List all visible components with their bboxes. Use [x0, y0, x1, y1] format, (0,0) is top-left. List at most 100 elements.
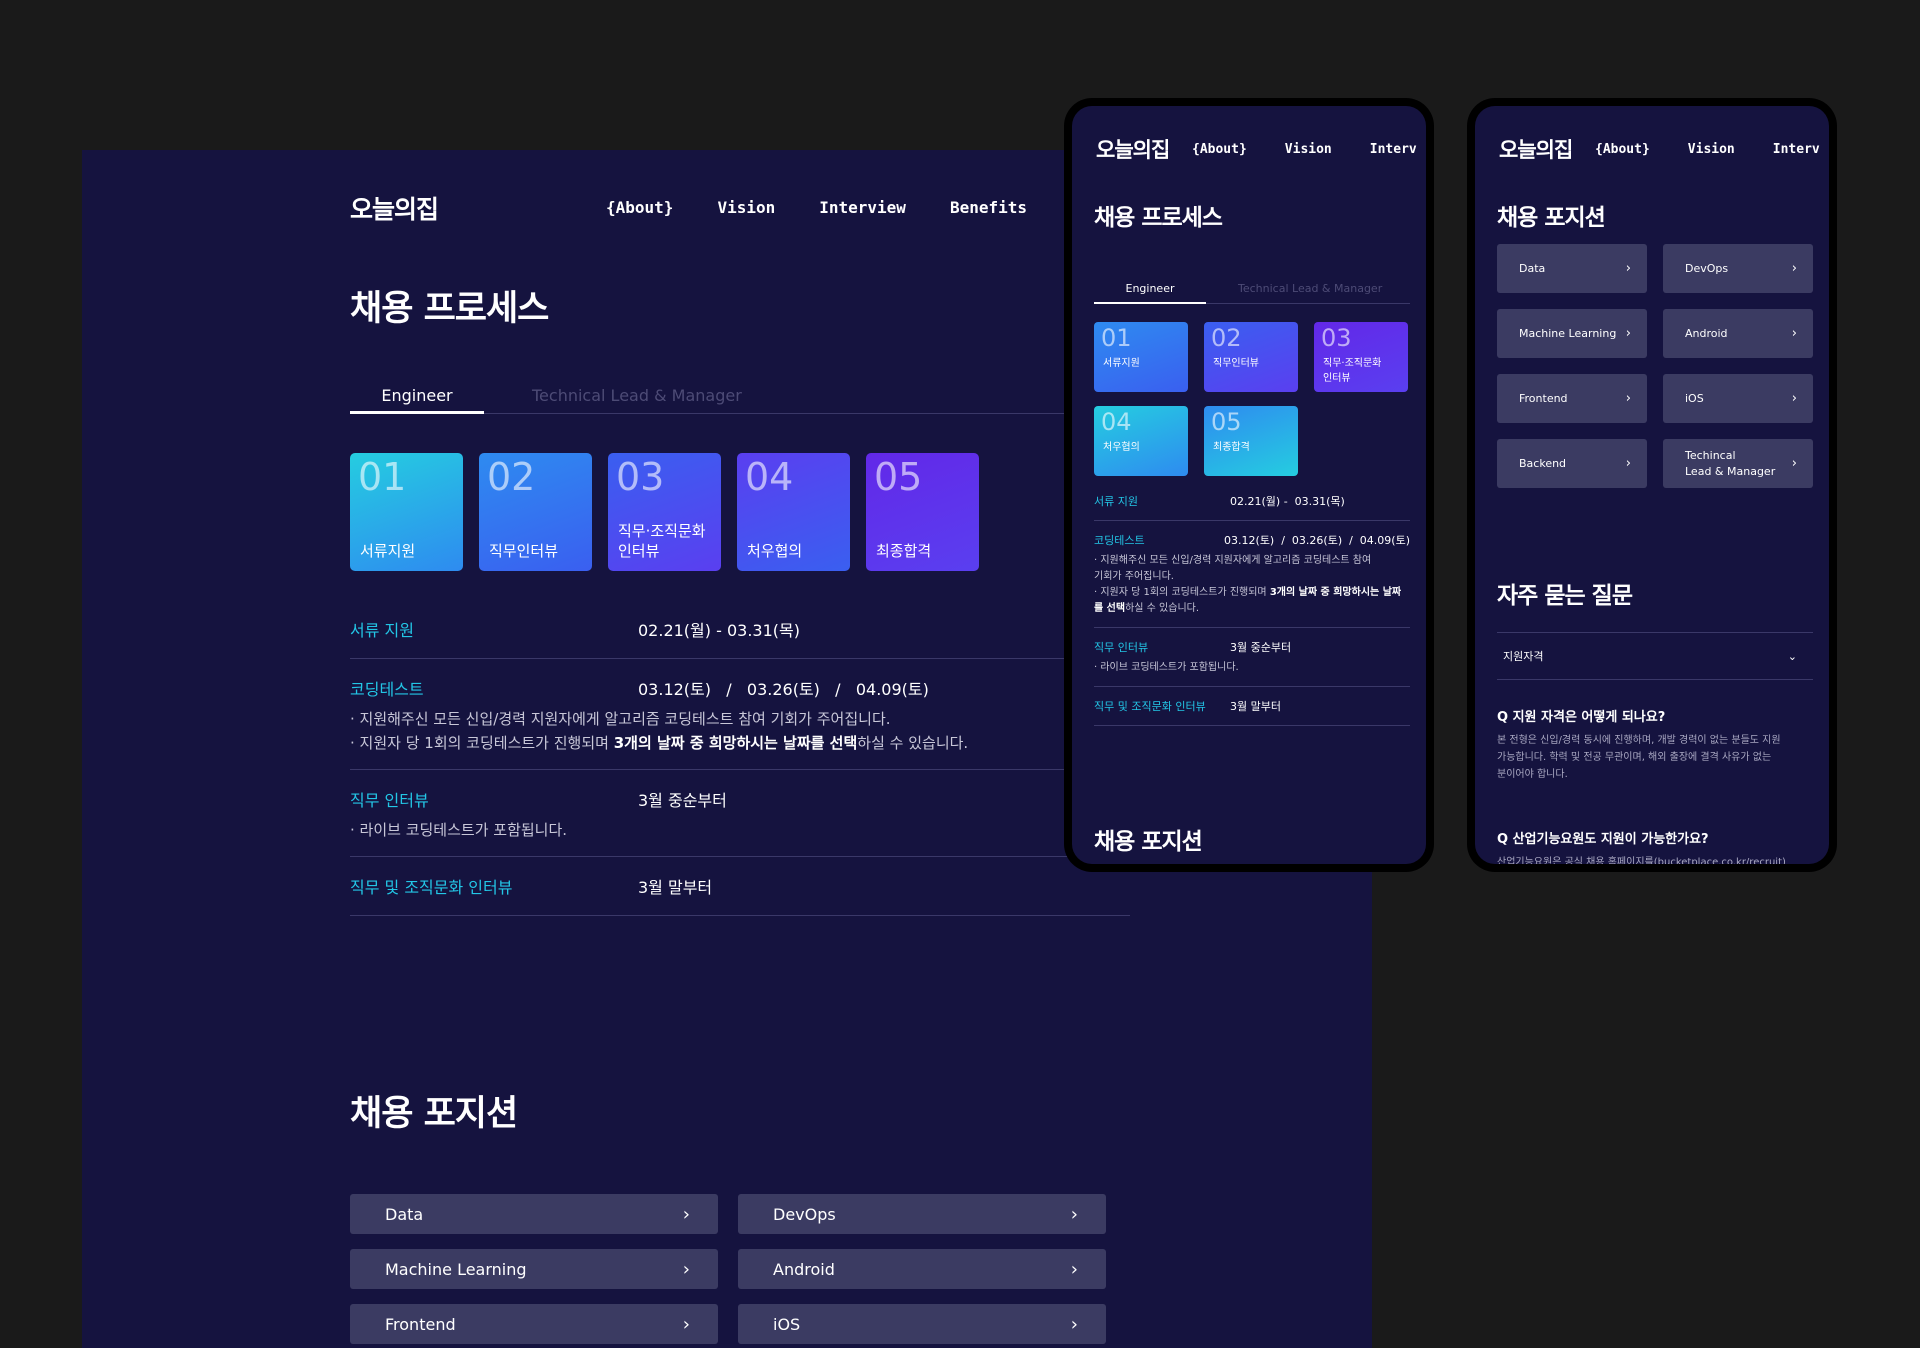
schedule-key: 직무 및 조직문화 인터뷰: [1094, 700, 1206, 713]
logo[interactable]: 오늘의집: [1499, 134, 1573, 164]
position-button[interactable]: Data ›: [1497, 244, 1647, 293]
position-button[interactable]: DevOps ›: [1663, 244, 1813, 293]
schedule-row: 직무 및 조직문화 인터뷰 3월 말부터: [1094, 687, 1410, 726]
step-card[interactable]: 03 직무·조직문화 인터뷰: [1314, 322, 1408, 392]
schedule-note: · 라이브 코딩테스트가 포함됩니다.: [350, 821, 568, 839]
schedule-row: 서류 지원 02.21(월) - 03.31(목): [350, 600, 1130, 659]
note-text: 하실 수 있습니다.: [1125, 603, 1200, 614]
schedule-value: 03.12(토) / 03.26(토) / 04.09(토): [638, 680, 929, 699]
position-button[interactable]: Backend ›: [1497, 439, 1647, 488]
positions-title: 채용 포지션: [1497, 205, 1606, 231]
faq-question[interactable]: Q 지원 자격은 어떻게 되나요?: [1497, 706, 1665, 725]
chevron-right-icon: ›: [1791, 260, 1797, 276]
schedule-note: · 지원해주신 모든 신입/경력 지원자에게 알고리즘 코딩테스트 참여 기회가…: [350, 707, 1130, 769]
position-button[interactable]: Android ›: [738, 1249, 1106, 1289]
step-card[interactable]: 04 처우협의: [1094, 406, 1188, 476]
faq-filter-dropdown[interactable]: 지원자격 ⌄: [1497, 632, 1813, 680]
nav-about[interactable]: {About}: [606, 198, 673, 217]
chevron-right-icon: ›: [1625, 455, 1631, 471]
note-text: · 지원자 당 1회의 코딩테스트가 진행되며: [1094, 587, 1270, 598]
position-button[interactable]: Machine Learning ›: [1497, 309, 1647, 358]
position-button[interactable]: iOS ›: [738, 1304, 1106, 1344]
step-number: 04: [1101, 408, 1132, 436]
top-nav: {About} Vision Interv: [1595, 142, 1820, 157]
position-button[interactable]: iOS ›: [1663, 374, 1813, 423]
schedule-value: 3월 중순부터: [1230, 641, 1292, 654]
faq-filter-value: 지원자격: [1503, 650, 1544, 663]
faq-title: 자주 묻는 질문: [1497, 583, 1633, 609]
step-card[interactable]: 01 서류지원: [350, 453, 463, 571]
schedule-row: 직무 인터뷰 3월 중순부터 · 라이브 코딩테스트가 포함됩니다.: [1094, 628, 1410, 687]
step-number: 03: [616, 455, 665, 499]
positions-title: 채용 포지션: [1094, 829, 1203, 855]
schedule-value: 02.21(월) - 03.31(목): [638, 621, 800, 640]
schedule-row: 코딩테스트 03.12(토) / 03.26(토) / 04.09(토) · 지원…: [1094, 521, 1410, 628]
step-label: 처우협의: [1103, 442, 1140, 453]
position-button[interactable]: Android ›: [1663, 309, 1813, 358]
position-button[interactable]: Machine Learning ›: [350, 1249, 718, 1289]
chevron-right-icon: ›: [1791, 390, 1797, 406]
mobile-preview-positions: 오늘의집 {About} Vision Interv 채용 포지션 Data › …: [1467, 98, 1837, 872]
tab-engineer[interactable]: Engineer: [1094, 276, 1206, 304]
step-label: 직무인터뷰: [1213, 358, 1259, 369]
mobile-screen: 오늘의집 {About} Vision Interv 채용 포지션 Data › …: [1475, 106, 1829, 864]
note-line: · 지원자 당 1회의 코딩테스트가 진행되며 3개의 날짜 중 희망하시는 날…: [1094, 585, 1410, 617]
nav-vision[interactable]: Vision: [717, 198, 775, 217]
position-label: Machine Learning: [385, 1259, 527, 1279]
tab-technical-lead[interactable]: Technical Lead & Manager: [532, 382, 742, 414]
nav-benefits[interactable]: Benefits: [950, 198, 1027, 217]
position-label: Android: [1685, 326, 1728, 340]
top-nav: {About} Vision Interv: [1192, 142, 1417, 157]
tab-engineer[interactable]: Engineer: [350, 382, 484, 414]
position-label: Machine Learning: [1519, 326, 1617, 340]
schedule-value: 3월 말부터: [1230, 700, 1281, 713]
position-button[interactable]: DevOps ›: [738, 1194, 1106, 1234]
position-button[interactable]: Frontend ›: [350, 1304, 718, 1344]
step-card[interactable]: 03 직무·조직문화 인터뷰: [608, 453, 721, 571]
tab-technical-lead[interactable]: Technical Lead & Manager: [1238, 276, 1382, 304]
position-button[interactable]: Techincal Lead & Manager ›: [1663, 439, 1813, 488]
nav-about[interactable]: {About}: [1595, 142, 1650, 157]
step-card[interactable]: 01 서류지원: [1094, 322, 1188, 392]
faq-answer: 본 전형은 신입/경력 동시에 진행하며, 개발 경력이 없는 분들도 지원 가…: [1497, 735, 1781, 780]
nav-about[interactable]: {About}: [1192, 142, 1247, 157]
chevron-right-icon: ›: [1791, 325, 1797, 341]
position-label: Frontend: [1519, 391, 1568, 405]
logo[interactable]: 오늘의집: [350, 190, 439, 226]
chevron-right-icon: ›: [682, 1258, 690, 1280]
logo[interactable]: 오늘의집: [1096, 134, 1170, 164]
step-card[interactable]: 05 최종합격: [866, 453, 979, 571]
step-card[interactable]: 02 직무인터뷰: [1204, 322, 1298, 392]
positions-grid: Data › DevOps › Machine Learning › Android ›…: [350, 1194, 1106, 1344]
step-label: 직무인터뷰: [489, 542, 559, 560]
step-label: 직무·조직문화 인터뷰: [1323, 358, 1382, 384]
step-label: 최종합격: [1213, 442, 1250, 453]
nav-interview[interactable]: Interview: [819, 198, 906, 217]
nav-vision[interactable]: Vision: [1688, 142, 1735, 157]
step-card[interactable]: 02 직무인터뷰: [479, 453, 592, 571]
nav-vision[interactable]: Vision: [1285, 142, 1332, 157]
position-label: Android: [773, 1259, 835, 1279]
position-label: iOS: [773, 1314, 801, 1334]
mobile-preview-process: 오늘의집 {About} Vision Interv 채용 프로세스 Engin…: [1064, 98, 1434, 872]
step-number: 04: [745, 455, 794, 499]
faq-question[interactable]: Q 산업기능요원도 지원이 가능한가요?: [1497, 828, 1709, 847]
schedule-note: · 라이브 코딩테스트가 포함됩니다.: [1094, 662, 1239, 673]
nav-interview[interactable]: Interv: [1773, 142, 1820, 157]
step-label: 최종합격: [876, 542, 932, 560]
schedule-note: · 지원해주신 모든 신입/경력 지원자에게 알고리즘 코딩테스트 참여 기회가…: [1094, 553, 1410, 627]
schedule-key: 직무 인터뷰: [350, 791, 429, 810]
position-button[interactable]: Data ›: [350, 1194, 718, 1234]
nav-interview[interactable]: Interv: [1370, 142, 1417, 157]
note-text: · 지원자 당 1회의 코딩테스트가 진행되며: [350, 734, 614, 752]
process-title: 채용 프로세스: [350, 289, 549, 329]
step-card[interactable]: 05 최종합격: [1204, 406, 1298, 476]
position-button[interactable]: Frontend ›: [1497, 374, 1647, 423]
process-tabs: Engineer Technical Lead & Manager: [1094, 276, 1410, 304]
step-number: 05: [874, 455, 923, 499]
step-card[interactable]: 04 처우협의: [737, 453, 850, 571]
schedule-row: 직무 인터뷰 3월 중순부터 · 라이브 코딩테스트가 포함됩니다.: [350, 770, 1130, 857]
process-steps: 01 서류지원 02 직무인터뷰 03 직무·조직문화 인터뷰 04 처우협의 05 최종…: [350, 453, 979, 571]
schedule-key: 직무 및 조직문화 인터뷰: [350, 878, 513, 897]
step-number: 01: [358, 455, 407, 499]
